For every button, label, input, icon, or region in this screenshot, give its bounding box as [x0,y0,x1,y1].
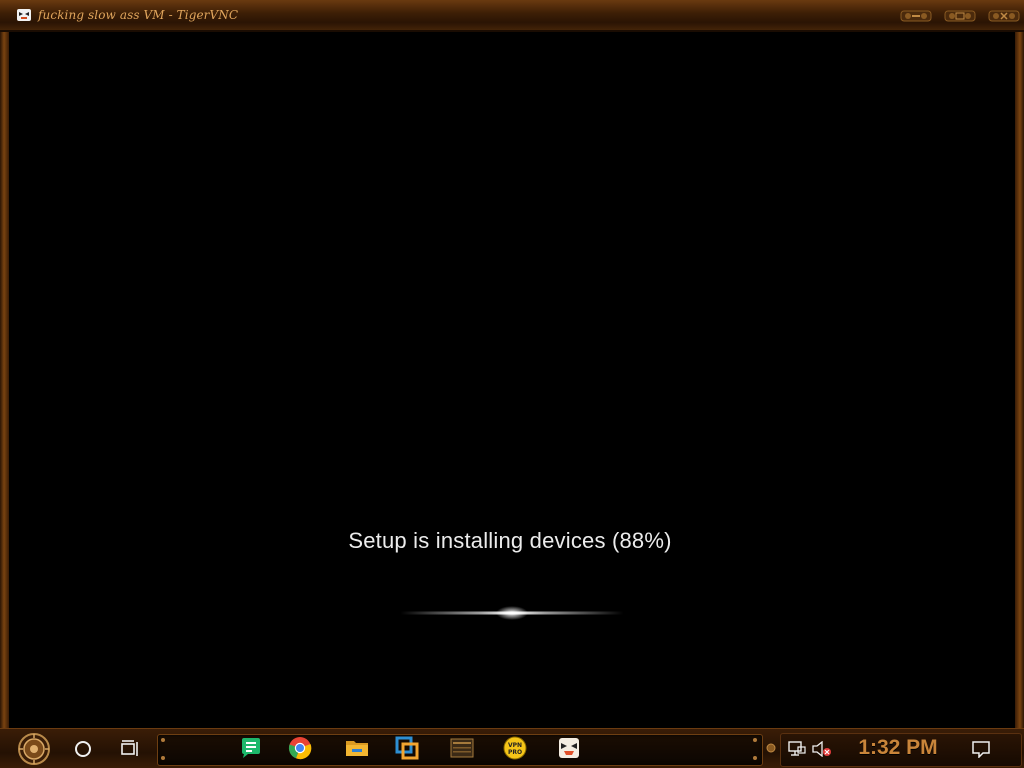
show-hidden-icons-icon[interactable] [766,743,776,753]
taskbar-clock[interactable]: 1:32 PM [840,736,956,760]
desktop: fucking slow ass VM - TigerVNC Setup is … [0,0,1024,768]
svg-text:PRO: PRO [508,749,522,756]
svg-text:VPN: VPN [508,742,522,749]
dock-rivet [161,738,165,742]
dock-rivet [753,756,757,760]
setup-status-text: Setup is installing devices (88%) [348,528,672,553]
virtualbox-icon[interactable] [395,736,419,760]
action-center-icon[interactable] [971,740,991,758]
setup-progress-glow [400,606,624,620]
file-explorer-icon[interactable] [345,736,369,760]
notes-app-icon[interactable] [239,736,263,760]
taskbar: VPN PRO 1:32 PM [0,728,1024,768]
task-view-icon[interactable] [119,739,141,759]
minimize-button[interactable] [900,10,932,22]
network-icon[interactable] [788,741,806,757]
tigervnc-taskbar-icon[interactable] [557,736,581,760]
window-frame-right [1015,32,1024,728]
window-title: fucking slow ass VM - TigerVNC [38,8,239,22]
search-circle-icon[interactable] [73,739,93,759]
dock-rivet [161,756,165,760]
tigervnc-icon [17,9,31,21]
volume-muted-icon[interactable] [812,741,832,757]
chrome-icon[interactable] [288,736,312,760]
game-launcher-icon[interactable] [450,736,474,760]
start-button[interactable] [10,733,58,765]
vnc-window-titlebar[interactable]: fucking slow ass VM - TigerVNC [0,0,1024,32]
maximize-button[interactable] [944,10,976,22]
window-frame-left [0,32,9,728]
close-button[interactable] [988,10,1020,22]
dock-rivet [753,738,757,742]
vpn-pro-icon[interactable]: VPN PRO [503,736,527,760]
vnc-viewport[interactable] [9,32,1015,728]
